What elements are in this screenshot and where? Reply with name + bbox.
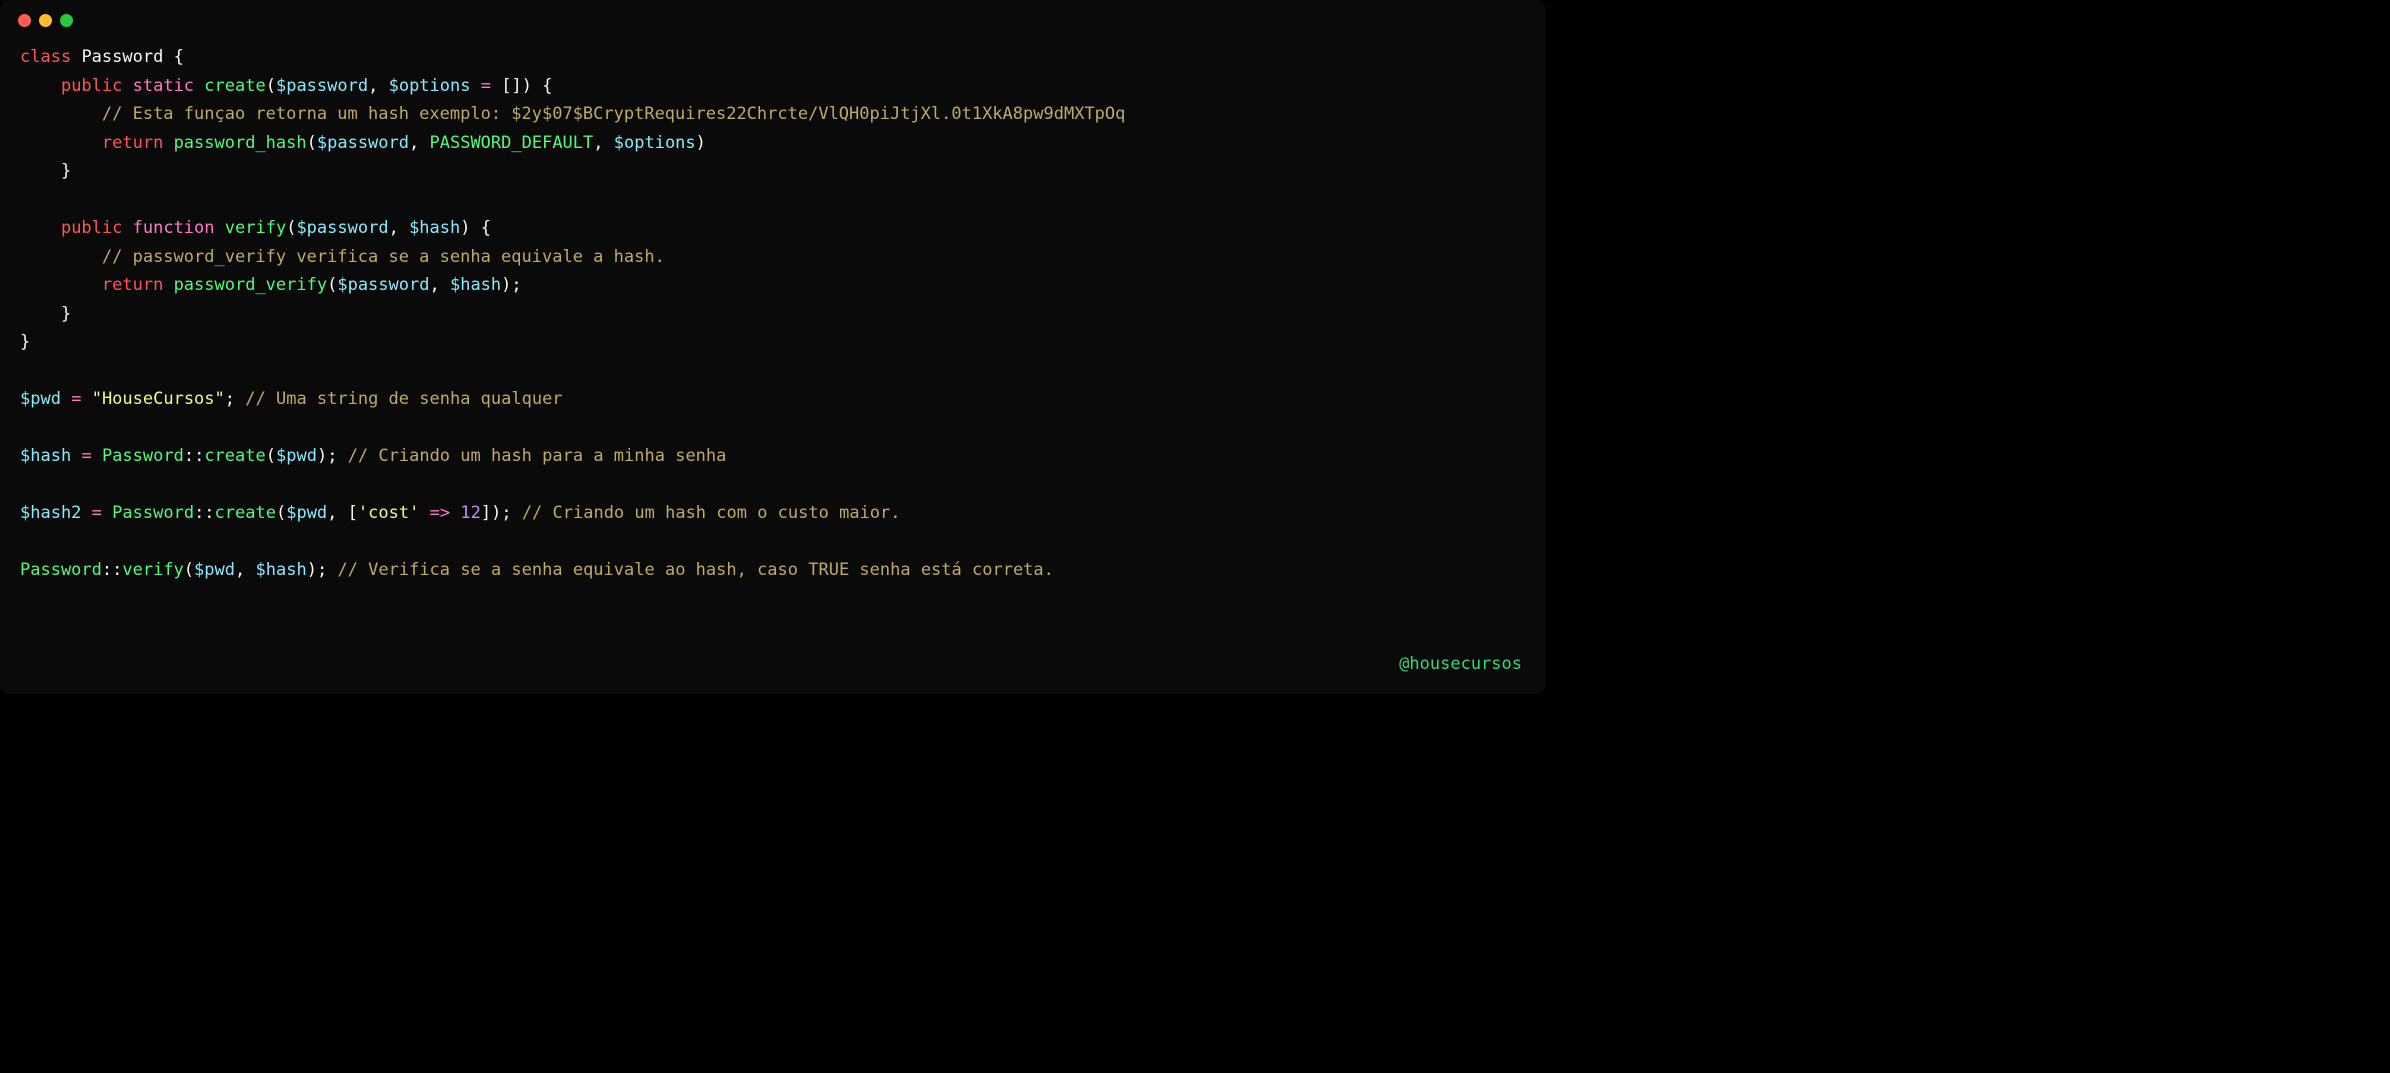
scope-op: :: [102, 560, 122, 580]
assign-op: = [71, 389, 81, 409]
keyword-return: return [102, 275, 163, 295]
comment-pwd: // Uma string de senha qualquer [245, 389, 562, 409]
var-hash2: $hash2 [20, 503, 81, 523]
comma: , [409, 133, 419, 153]
paren-open: ( [266, 446, 276, 466]
keyword-function: function [133, 218, 215, 238]
call-verify: verify [122, 560, 183, 580]
comma: , [389, 218, 399, 238]
assign-op: = [81, 446, 91, 466]
code-block: class Password { public static create($p… [0, 35, 1546, 605]
watermark: @housecursos [1399, 650, 1522, 679]
brace-open: { [542, 76, 552, 96]
assign-op: = [92, 503, 102, 523]
comment-hash-example: // Esta funçao retorna um hash exemplo: … [102, 104, 1126, 124]
arg-pwd: $pwd [286, 503, 327, 523]
comma: , [429, 275, 439, 295]
arg-password: $password [317, 133, 409, 153]
paren-close: ) [307, 560, 317, 580]
class-ref-password: Password [102, 446, 184, 466]
paren-open: ( [286, 218, 296, 238]
bracket-close: ] [511, 76, 521, 96]
paren-close: ) [696, 133, 706, 153]
arg-pwd: $pwd [194, 560, 235, 580]
paren-open: ( [327, 275, 337, 295]
paren-close: ) [491, 503, 501, 523]
comment-verify-call: // Verifica se a senha equivale ao hash,… [337, 560, 1053, 580]
minimize-icon[interactable] [39, 14, 52, 27]
paren-open: ( [266, 76, 276, 96]
close-icon[interactable] [18, 14, 31, 27]
method-verify: verify [225, 218, 286, 238]
string-cost: 'cost' [358, 503, 419, 523]
paren-open: ( [307, 133, 317, 153]
class-ref-password: Password [112, 503, 194, 523]
keyword-return: return [102, 133, 163, 153]
brace-close: } [61, 161, 71, 181]
arg-hash: $hash [256, 560, 307, 580]
comment-verify: // password_verify verifica se a senha e… [102, 247, 665, 267]
call-create: create [204, 446, 265, 466]
brace-open: { [481, 218, 491, 238]
code-window: class Password { public static create($p… [0, 0, 1546, 694]
fn-password-hash: password_hash [174, 133, 307, 153]
param-hash: $hash [409, 218, 460, 238]
keyword-class: class [20, 47, 71, 67]
fn-password-verify: password_verify [174, 275, 328, 295]
paren-close: ) [460, 218, 470, 238]
arrow-op: => [430, 503, 450, 523]
method-create: create [204, 76, 265, 96]
bracket-close: ] [481, 503, 491, 523]
bracket-open: [ [501, 76, 511, 96]
comma: , [235, 560, 245, 580]
semicolon: ; [501, 503, 511, 523]
var-pwd: $pwd [20, 389, 61, 409]
number-12: 12 [460, 503, 480, 523]
var-hash: $hash [20, 446, 71, 466]
comment-create-hash: // Criando um hash para a minha senha [348, 446, 727, 466]
brace-close: } [61, 304, 71, 324]
bracket-open: [ [348, 503, 358, 523]
param-options: $options [389, 76, 471, 96]
comment-create-hash-cost: // Criando um hash com o custo maior. [522, 503, 901, 523]
keyword-public: public [61, 76, 122, 96]
arg-pwd: $pwd [276, 446, 317, 466]
scope-op: :: [194, 503, 214, 523]
comma: , [327, 503, 337, 523]
semicolon: ; [511, 275, 521, 295]
paren-close: ) [501, 275, 511, 295]
param-password: $password [296, 218, 388, 238]
keyword-public: public [61, 218, 122, 238]
arg-hash: $hash [450, 275, 501, 295]
semicolon: ; [225, 389, 235, 409]
semicolon: ; [327, 446, 337, 466]
semicolon: ; [317, 560, 327, 580]
call-create: create [215, 503, 276, 523]
scope-op: :: [184, 446, 204, 466]
class-ref-password: Password [20, 560, 102, 580]
brace-open: { [174, 47, 184, 67]
brace-close: } [20, 332, 30, 352]
paren-open: ( [276, 503, 286, 523]
comma: , [593, 133, 603, 153]
arg-options: $options [614, 133, 696, 153]
string-housecursos: "HouseCursos" [92, 389, 225, 409]
const-password-default: PASSWORD_DEFAULT [430, 133, 594, 153]
assign-op: = [481, 76, 491, 96]
maximize-icon[interactable] [60, 14, 73, 27]
param-password: $password [276, 76, 368, 96]
paren-close: ) [317, 446, 327, 466]
paren-open: ( [184, 560, 194, 580]
keyword-static: static [133, 76, 194, 96]
window-titlebar [0, 0, 1546, 35]
comma: , [368, 76, 378, 96]
paren-close: ) [522, 76, 532, 96]
class-name: Password [81, 47, 163, 67]
arg-password: $password [337, 275, 429, 295]
